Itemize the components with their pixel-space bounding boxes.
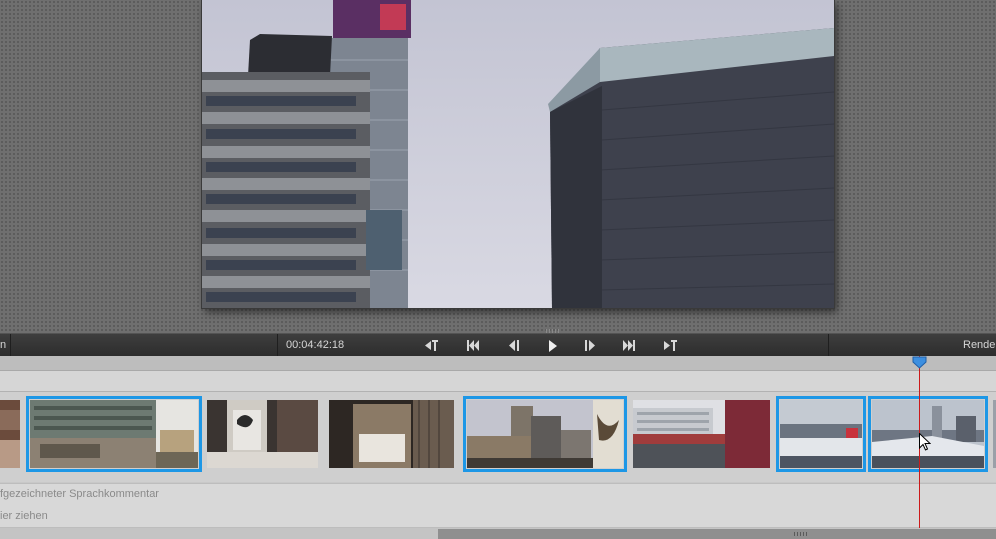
- audio-drop-track[interactable]: ier ziehen: [0, 506, 996, 528]
- panel-resize-grip[interactable]: [546, 329, 560, 333]
- timeline-panel: fgezeichneter Sprachkommentar ier ziehen: [0, 356, 996, 539]
- go-to-start-button[interactable]: [416, 335, 446, 356]
- clip-4[interactable]: [329, 400, 454, 468]
- step-back-button[interactable]: [500, 335, 530, 356]
- go-to-end-of-movie-icon: [664, 340, 677, 351]
- narration-track-label: fgezeichneter Sprachkommentar: [0, 488, 159, 500]
- left-panel-label: n: [0, 339, 7, 351]
- transport-left-segment: [10, 334, 278, 357]
- video-track: [0, 392, 996, 482]
- step-forward-icon: [585, 340, 595, 351]
- transport-bar: n 00:04:42:18 Rende: [0, 329, 996, 358]
- video-preview: [202, 0, 834, 308]
- go-to-start-of-movie-icon: [425, 340, 438, 351]
- render-label[interactable]: Rende: [963, 339, 995, 351]
- previous-edit-button[interactable]: [459, 335, 489, 356]
- clip-3[interactable]: [207, 400, 318, 468]
- go-to-previous-edit-icon: [467, 340, 479, 351]
- step-forward-button[interactable]: [576, 335, 606, 356]
- clip-6[interactable]: [633, 400, 770, 468]
- play-icon: [549, 340, 557, 352]
- clip-1[interactable]: [0, 400, 20, 468]
- time-ruler[interactable]: [0, 356, 996, 371]
- clip-5[interactable]: [463, 396, 627, 472]
- clip-2[interactable]: [26, 396, 202, 472]
- go-to-end-button[interactable]: [656, 335, 686, 356]
- mouse-pointer-icon: [919, 433, 931, 451]
- current-timecode[interactable]: 00:04:42:18: [286, 339, 344, 351]
- playhead-marker-icon[interactable]: [912, 356, 927, 369]
- monitor-panel: [0, 0, 996, 333]
- audio-drop-label: ier ziehen: [0, 510, 48, 522]
- step-back-icon: [509, 340, 519, 351]
- play-button[interactable]: [538, 335, 568, 356]
- go-to-next-edit-icon: [623, 340, 635, 351]
- preview-frame-image: [202, 0, 834, 308]
- narration-track[interactable]: fgezeichneter Sprachkommentar: [0, 483, 996, 507]
- clip-7[interactable]: [776, 396, 866, 472]
- timeline-horizontal-scrollbar[interactable]: [0, 528, 996, 539]
- scrollbar-thumb[interactable]: [438, 529, 996, 539]
- scrollbar-grip: [794, 532, 808, 536]
- work-area-bar[interactable]: [0, 371, 996, 392]
- next-edit-button[interactable]: [615, 335, 645, 356]
